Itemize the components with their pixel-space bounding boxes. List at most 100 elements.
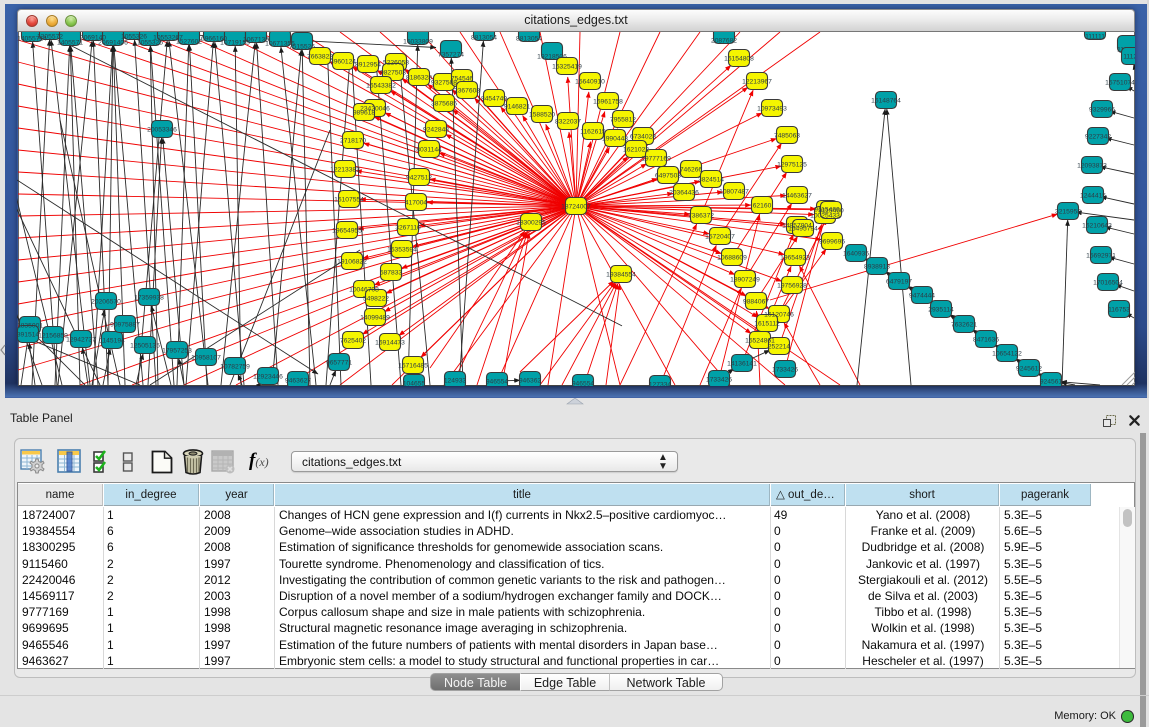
- svg-text:8938913: 8938913: [864, 264, 890, 271]
- svg-text:12213383: 12213383: [330, 167, 360, 174]
- svg-text:12942737: 12942737: [66, 337, 96, 344]
- svg-text:1244415: 1244415: [1080, 193, 1106, 200]
- svg-text:8813054: 8813054: [471, 35, 497, 42]
- svg-text:16914473: 16914473: [375, 340, 405, 347]
- svg-text:5226058: 5226058: [383, 60, 409, 67]
- svg-text:10807487: 10807487: [719, 189, 749, 196]
- svg-text:14136141: 14136141: [727, 361, 757, 368]
- svg-text:746266: 746266: [680, 167, 703, 174]
- svg-text:417004: 417004: [405, 200, 428, 207]
- svg-text:20206570: 20206570: [91, 299, 121, 306]
- svg-text:8031144: 8031144: [416, 147, 442, 154]
- svg-text:8186328: 8186328: [406, 75, 432, 82]
- svg-text:104655: 104655: [403, 381, 426, 387]
- svg-text:15325419: 15325419: [552, 64, 582, 71]
- svg-text:7625402: 7625402: [340, 338, 366, 345]
- svg-text:19654923: 19654923: [780, 255, 810, 262]
- svg-text:10688609: 10688609: [717, 255, 747, 262]
- svg-text:124933: 124933: [444, 378, 467, 385]
- svg-text:19756928: 19756928: [777, 283, 807, 290]
- svg-text:1733426: 1733426: [772, 367, 798, 374]
- svg-text:9245612: 9245612: [1016, 366, 1042, 373]
- svg-text:18300295: 18300295: [516, 220, 546, 227]
- svg-text:1835001: 1835001: [17, 323, 43, 330]
- svg-text:15692971: 15692971: [1086, 253, 1116, 260]
- svg-text:16148764: 16148764: [871, 98, 901, 105]
- svg-text:6497503: 6497503: [655, 173, 681, 180]
- svg-text:9827503: 9827503: [380, 70, 406, 77]
- svg-text:391514: 391514: [17, 332, 39, 339]
- svg-text:16210643: 16210643: [1082, 223, 1112, 230]
- svg-text:17359938: 17359938: [134, 295, 164, 302]
- svg-text:1162615: 1162615: [580, 129, 606, 136]
- svg-text:8322037: 8322037: [555, 119, 581, 126]
- svg-text:9329966: 9329966: [1089, 107, 1115, 114]
- svg-text:127334: 127334: [649, 382, 672, 387]
- svg-text:2935114: 2935114: [928, 307, 954, 314]
- svg-text:10973493: 10973493: [757, 106, 787, 113]
- svg-text:20691406: 20691406: [98, 40, 128, 47]
- svg-text:19384554: 19384554: [606, 272, 636, 279]
- svg-text:12213967: 12213967: [742, 79, 772, 86]
- svg-text:7955812: 7955812: [610, 117, 636, 124]
- svg-text:989618: 989618: [353, 110, 376, 117]
- svg-text:9474444: 9474444: [909, 293, 935, 300]
- svg-text:1615112: 1615112: [754, 321, 780, 328]
- svg-text:14099489: 14099489: [360, 315, 390, 322]
- svg-text:16120746: 16120746: [764, 312, 794, 319]
- svg-text:20364436: 20364436: [669, 190, 699, 197]
- svg-text:2087682: 2087682: [711, 38, 737, 45]
- svg-text:116753: 116753: [1108, 307, 1130, 314]
- svg-text:7386372: 7386372: [688, 213, 714, 220]
- svg-text:2367608: 2367608: [454, 88, 480, 95]
- svg-text:3267110: 3267110: [395, 225, 421, 232]
- svg-text:9115460: 9115460: [818, 208, 844, 215]
- svg-text:946554: 946554: [572, 381, 595, 387]
- svg-text:11122: 11122: [1123, 54, 1135, 61]
- svg-text:1145194: 1145194: [99, 338, 125, 345]
- svg-text:19654955: 19654955: [332, 228, 362, 235]
- svg-text:7632621: 7632621: [951, 322, 977, 329]
- svg-text:15751074: 15751074: [1105, 80, 1135, 87]
- svg-text:9657771: 9657771: [326, 360, 352, 367]
- svg-text:2718170: 2718170: [340, 138, 366, 145]
- svg-text:3960124: 3960124: [330, 59, 356, 66]
- svg-text:9463627: 9463627: [285, 378, 311, 385]
- svg-text:10958107: 10958107: [191, 355, 221, 362]
- svg-text:6479197: 6479197: [886, 279, 912, 286]
- svg-text:19777169: 19777169: [641, 156, 671, 163]
- svg-text:16961758: 16961758: [593, 99, 623, 106]
- svg-text:16495794: 16495794: [788, 226, 818, 233]
- svg-text:12923446: 12923446: [253, 374, 283, 381]
- svg-text:90975887: 90975887: [110, 322, 140, 329]
- svg-text:15640910: 15640910: [575, 79, 605, 86]
- svg-text:1990443: 1990443: [602, 136, 628, 143]
- svg-text:16543382: 16543382: [366, 83, 396, 90]
- svg-text:252214: 252214: [768, 344, 791, 351]
- svg-text:5498222: 5498222: [363, 296, 389, 303]
- svg-text:1621022: 1621022: [623, 147, 649, 154]
- svg-text:9242848: 9242848: [423, 127, 449, 134]
- svg-text:14463627: 14463627: [782, 193, 812, 200]
- svg-text:9146821: 9146821: [504, 104, 530, 111]
- svg-text:17957253: 17957253: [162, 348, 192, 355]
- svg-text:9884067: 9884067: [743, 299, 769, 306]
- svg-text:587833: 587833: [380, 270, 403, 277]
- svg-text:1640935: 1640935: [843, 251, 869, 258]
- svg-text:946362: 946362: [519, 378, 542, 385]
- svg-text:3875685: 3875685: [431, 101, 457, 108]
- svg-text:10782759: 10782759: [220, 364, 250, 371]
- svg-text:9227342: 9227342: [1085, 134, 1111, 141]
- svg-text:19106822: 19106822: [337, 259, 367, 266]
- svg-text:1588520: 1588520: [529, 112, 555, 119]
- svg-text:16033809: 16033809: [403, 39, 433, 46]
- svg-text:754546: 754546: [451, 76, 474, 83]
- svg-text:12505135: 12505135: [130, 343, 160, 350]
- svg-text:18907249: 18907249: [730, 277, 760, 284]
- svg-text:8454749: 8454749: [481, 96, 507, 103]
- svg-text:946554: 946554: [486, 379, 509, 386]
- svg-text:12156859: 12156859: [38, 333, 68, 340]
- svg-text:9699695: 9699695: [819, 239, 845, 246]
- svg-text:924561: 924561: [1040, 379, 1063, 386]
- svg-text:6734028: 6734028: [630, 134, 656, 141]
